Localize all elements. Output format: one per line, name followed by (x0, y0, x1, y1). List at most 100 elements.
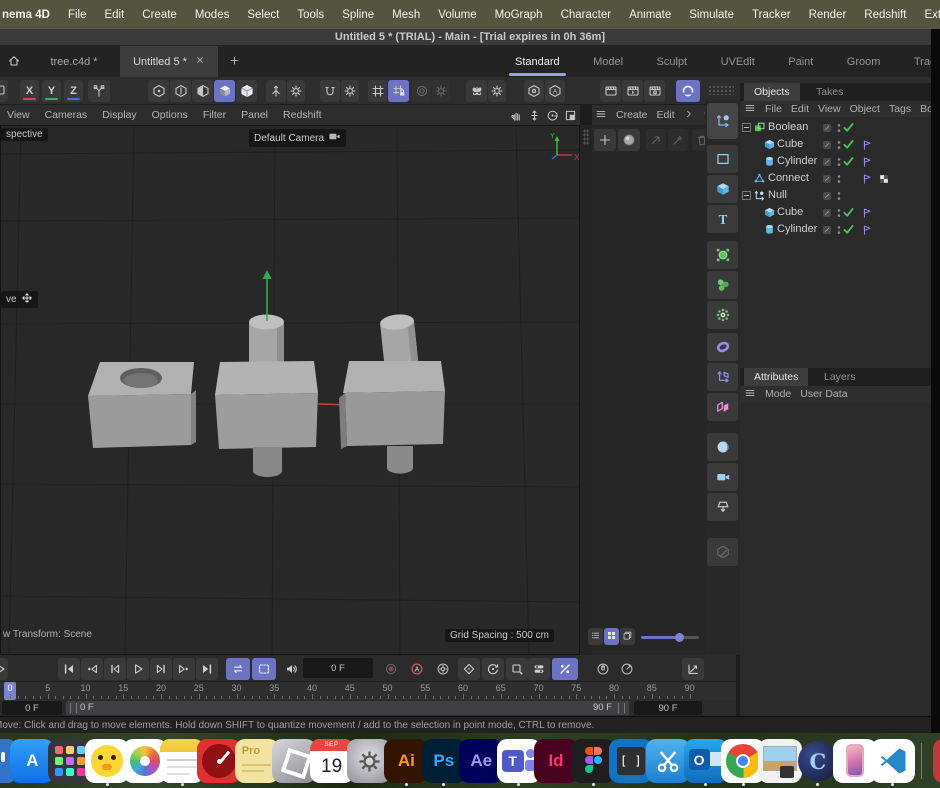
material-picker-button[interactable] (668, 129, 688, 151)
material-menu-edit[interactable]: Edit (657, 109, 675, 121)
key-rotation-button[interactable] (482, 658, 504, 680)
object-row-cube[interactable]: Cube (740, 204, 931, 221)
range-handle-left[interactable] (70, 703, 77, 713)
polygons-mode-button[interactable] (192, 80, 213, 102)
workplane-mode-button[interactable] (88, 80, 110, 102)
transform-tool-button[interactable] (707, 103, 738, 139)
edges-mode-button[interactable] (170, 80, 191, 102)
object-label[interactable]: Cylinder (777, 223, 817, 235)
dock-app-vscode[interactable] (871, 739, 915, 783)
om-menu-boo[interactable]: Boo (920, 103, 931, 115)
material-edit-button[interactable] (707, 538, 738, 566)
deformer-button[interactable] (707, 333, 738, 361)
points-mode-button[interactable] (148, 80, 169, 102)
record-mode-button[interactable] (592, 658, 614, 680)
menu-item-animate[interactable]: Animate (620, 9, 680, 21)
render-region-settings-icon[interactable] (432, 80, 450, 102)
om-menu-object[interactable]: Object (850, 103, 880, 115)
spline-primitive-button[interactable] (707, 145, 738, 173)
enabled-check-icon[interactable] (842, 223, 855, 241)
viewport-solo-auto-button[interactable]: A (545, 80, 565, 102)
generator-button[interactable] (707, 301, 738, 329)
key-scale-button[interactable] (506, 658, 528, 680)
keyframe-settings-button[interactable] (432, 658, 454, 680)
viewport-menu-display[interactable]: Display (102, 109, 136, 121)
tab-layers[interactable]: Layers (814, 368, 866, 386)
subdivision-surface-button[interactable] (707, 241, 738, 269)
slider-knob[interactable] (675, 633, 684, 642)
tab-untitled-5[interactable]: Untitled 5 * (120, 46, 218, 77)
om-menu-tags[interactable]: Tags (889, 103, 911, 115)
menu-item-nema-4d[interactable]: nema 4D (0, 9, 59, 21)
light-object-button[interactable] (707, 493, 738, 521)
layout-tab-sculpt[interactable]: Sculpt (655, 46, 690, 77)
dolly-view-button[interactable] (526, 107, 542, 123)
palette-drag-handle[interactable] (708, 85, 734, 95)
tab-takes[interactable]: Takes (806, 83, 853, 101)
lock-y-axis-button[interactable]: Y (42, 80, 61, 102)
perspective-viewport[interactable]: Y X spective Default Camera ve w Transfo… (0, 125, 580, 655)
om-menu-view[interactable]: View (818, 103, 841, 115)
chevron-right-icon[interactable] (684, 109, 694, 122)
menu-item-volume[interactable]: Volume (429, 9, 485, 21)
layout-tab-uvedit[interactable]: UVEdit (719, 46, 757, 77)
object-label[interactable]: Cube (777, 206, 803, 218)
menu-item-mesh[interactable]: Mesh (383, 9, 429, 21)
frame-ruler[interactable]: 051015202530354045505560657075808590 (0, 681, 736, 700)
enable-axis-button[interactable] (266, 80, 286, 102)
add-material-button[interactable] (594, 129, 616, 151)
attribute-menu-mode[interactable]: Mode (765, 388, 791, 400)
object-label[interactable]: Cube (777, 138, 803, 150)
camera-object-button[interactable] (707, 463, 738, 491)
menu-item-edit[interactable]: Edit (95, 9, 133, 21)
interactive-render-region-button[interactable] (412, 80, 431, 102)
menu-item-render[interactable]: Render (800, 9, 856, 21)
pan-view-button[interactable] (508, 107, 524, 123)
render-picture-viewer-button[interactable] (622, 80, 643, 102)
menu-item-tools[interactable]: Tools (288, 9, 333, 21)
layout-tab-model[interactable]: Model (591, 46, 625, 77)
go-to-start-button[interactable] (58, 658, 80, 680)
previous-key-button[interactable] (81, 658, 103, 680)
layout-tab-paint[interactable]: Paint (786, 46, 815, 77)
viewport-menu-filter[interactable]: Filter (203, 109, 226, 121)
expander-icon[interactable] (742, 123, 751, 132)
phong-tag-icon[interactable] (861, 223, 873, 241)
object-row-boolean[interactable]: Boolean (740, 119, 931, 136)
orbit-view-button[interactable] (544, 107, 560, 123)
null-object-button[interactable] (707, 363, 738, 391)
object-label[interactable]: Cylinder (777, 155, 817, 167)
next-key-button[interactable] (173, 658, 195, 680)
material-link-button[interactable] (646, 129, 666, 151)
render-view-button[interactable] (600, 80, 621, 102)
frame-start-field[interactable]: 0 F (2, 701, 62, 715)
keyframe-selection-button[interactable] (552, 658, 578, 680)
axis-settings-icon[interactable] (287, 80, 305, 102)
panel-divider[interactable] (580, 125, 592, 655)
hamburger-icon[interactable] (595, 108, 607, 123)
key-position-button[interactable] (458, 658, 480, 680)
redshift-renderview-button[interactable] (676, 80, 700, 102)
snap-settings-icon[interactable] (341, 80, 359, 102)
preview-range-bar[interactable]: 0 F 90 F (66, 701, 629, 715)
snap-button[interactable] (320, 80, 340, 102)
previous-frame-button[interactable] (104, 658, 126, 680)
menu-item-create[interactable]: Create (133, 9, 186, 21)
new-tab-button[interactable] (224, 51, 244, 73)
play-button[interactable] (127, 658, 149, 680)
layout-tab-groom[interactable]: Groom (845, 46, 883, 77)
record-dial-button[interactable] (616, 658, 638, 680)
object-row-cylinder[interactable]: Cylinder (740, 153, 931, 170)
texture-mode-button[interactable] (236, 80, 257, 102)
next-frame-button[interactable] (150, 658, 172, 680)
close-tab-icon[interactable] (195, 55, 205, 68)
om-menu-edit[interactable]: Edit (791, 103, 809, 115)
tab-attributes[interactable]: Attributes (744, 368, 808, 386)
layout-tab-standard[interactable]: Standard (513, 46, 562, 77)
attribute-menu-user-data[interactable]: User Data (800, 388, 847, 400)
home-button[interactable] (4, 51, 24, 73)
instance-button[interactable] (707, 393, 738, 421)
lock-z-axis-button[interactable]: Z (64, 80, 83, 102)
range-handle-right[interactable] (618, 703, 625, 713)
menu-item-modes[interactable]: Modes (186, 9, 239, 21)
